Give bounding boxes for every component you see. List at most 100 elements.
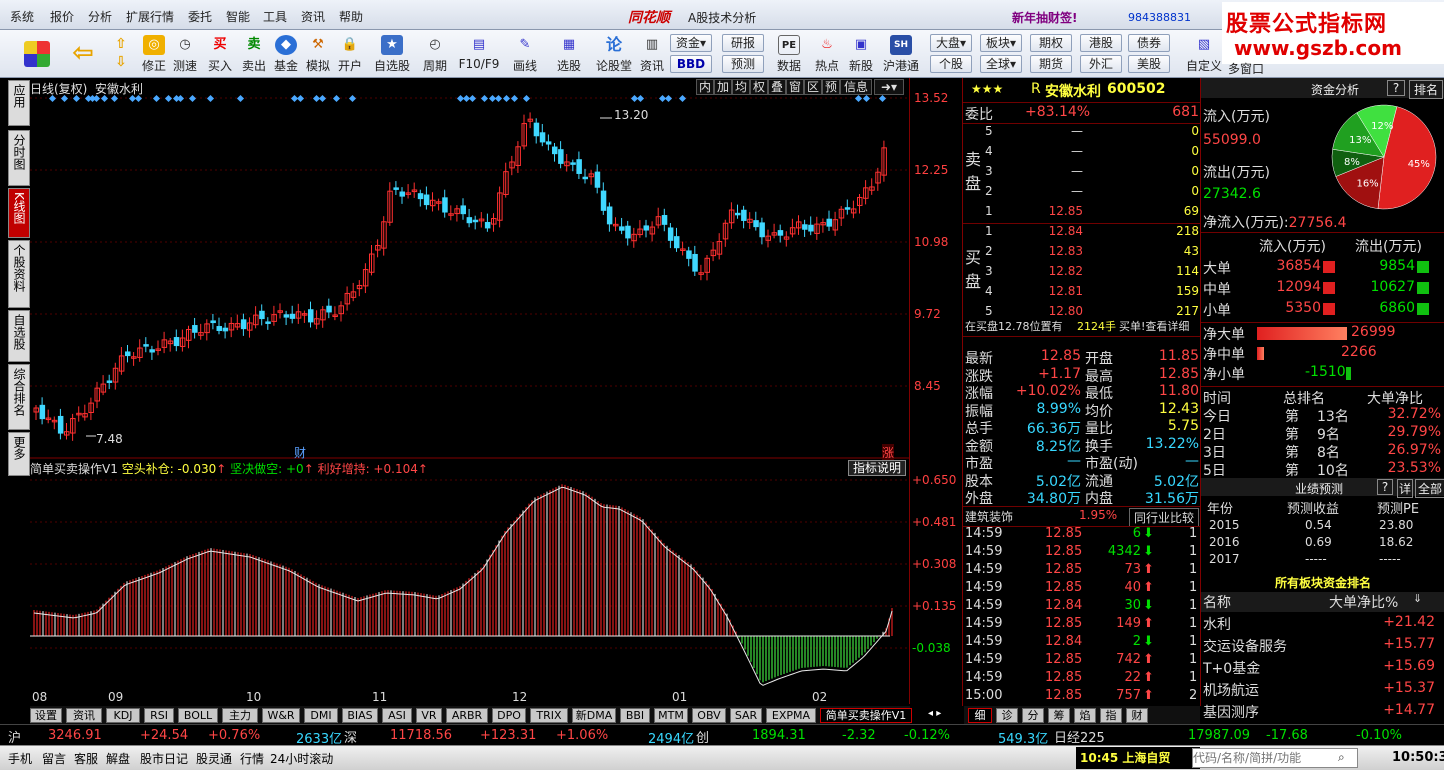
tab-arbr[interactable]: ARBR: [446, 708, 488, 723]
capital-dropdown[interactable]: 资金▾: [670, 34, 712, 52]
hk-stocks-button[interactable]: 港股: [1080, 34, 1122, 52]
search-icon[interactable]: ⌕: [1338, 750, 1345, 765]
back-arrow-icon[interactable]: ⇦: [68, 33, 98, 75]
fund-button[interactable]: ◆ 基金: [272, 33, 300, 75]
data-button[interactable]: PE 数据: [772, 33, 806, 75]
stock-picker-button[interactable]: ▦ 选股: [552, 33, 586, 75]
research-button[interactable]: 研报: [722, 34, 764, 52]
tab-asi[interactable]: ASI: [382, 708, 412, 723]
tab-index[interactable]: 指: [1100, 708, 1122, 723]
buy-level[interactable]: 2 12.83 43: [983, 244, 1201, 262]
tab-vr[interactable]: VR: [416, 708, 442, 723]
tab-dpo[interactable]: DPO: [492, 708, 526, 723]
options-button[interactable]: 期权: [1030, 34, 1072, 52]
tab-kdj[interactable]: KDJ: [106, 708, 140, 723]
tab-flame[interactable]: 焰: [1074, 708, 1096, 723]
speed-test-button[interactable]: ◷ 测速: [170, 33, 200, 75]
help-icon[interactable]: ?: [1387, 80, 1405, 96]
tab-mtm[interactable]: MTM: [654, 708, 688, 723]
tab-intraday[interactable]: 分时图: [8, 130, 30, 186]
menu-system[interactable]: 系统: [10, 8, 34, 25]
tab-diagnose[interactable]: 诊: [996, 708, 1018, 723]
big-order-notice[interactable]: 在买盘12.78位置有 2124手 买单!查看详细: [963, 318, 1201, 336]
simulate-button[interactable]: ⚒ 模拟: [304, 33, 332, 75]
f10-button[interactable]: ▤ F10/F9: [458, 33, 500, 75]
layout-icon[interactable]: [22, 33, 52, 75]
tab-settings[interactable]: 设置: [30, 708, 62, 723]
tab-obv[interactable]: OBV: [692, 708, 726, 723]
menu-news[interactable]: 资讯: [301, 8, 325, 25]
forecast-detail-button[interactable]: 详: [1397, 479, 1413, 498]
news-button[interactable]: ▥ 资讯: [638, 33, 666, 75]
tab-detail[interactable]: 细: [968, 708, 992, 723]
sell-level[interactable]: 2—0: [983, 184, 1201, 202]
menu-help[interactable]: 帮助: [339, 8, 363, 25]
hotspot-button[interactable]: ♨ 热点: [812, 33, 842, 75]
tab-ranking[interactable]: 综合排名: [8, 364, 30, 430]
futures-button[interactable]: 期货: [1030, 55, 1072, 73]
tab-app[interactable]: 应用: [8, 80, 30, 126]
tab-kline[interactable]: K线图: [8, 188, 30, 238]
buy-level[interactable]: 4 12.81 159: [983, 284, 1201, 302]
menu-ext-quote[interactable]: 扩展行情: [126, 8, 174, 25]
draw-line-button[interactable]: ✎ 画线: [508, 33, 542, 75]
news-ticker[interactable]: 10:45 上海自贸: [1076, 747, 1200, 769]
status-quotes[interactable]: 行情: [240, 750, 264, 767]
forecast-all-button[interactable]: 全部: [1415, 479, 1444, 498]
tab-chips[interactable]: 筹: [1048, 708, 1070, 723]
forum-button[interactable]: 论论股堂: [594, 33, 634, 75]
tab-more[interactable]: 更多: [8, 432, 30, 476]
finance-mark[interactable]: 财: [294, 444, 306, 461]
limit-up-mark[interactable]: 涨: [882, 444, 895, 461]
promo-link[interactable]: 新年抽财签!: [1012, 9, 1077, 26]
tab-scroll-arrows[interactable]: ◂ ▸: [928, 708, 962, 722]
tab-bbi[interactable]: BBI: [620, 708, 650, 723]
up-down-arrows-icon[interactable]: ⇧ ⇩: [108, 33, 134, 75]
tab-stock-info[interactable]: 个股资料: [8, 240, 30, 308]
sector-compare-button[interactable]: 同行业比较: [1129, 508, 1199, 527]
cy-index[interactable]: 1894.31: [752, 728, 806, 743]
sector-dropdown[interactable]: 板块▾: [980, 34, 1022, 52]
forecast-help-icon[interactable]: ?: [1377, 479, 1393, 495]
sort-down-icon[interactable]: ⇓: [1413, 592, 1422, 605]
global-dropdown[interactable]: 全球▾: [980, 55, 1022, 73]
custom-button[interactable]: ▧ 自定义: [1184, 33, 1224, 75]
sh-index[interactable]: 3246.91: [48, 728, 102, 743]
tab-watchlist[interactable]: 自选股: [8, 310, 30, 362]
tab-bias[interactable]: BIAS: [342, 708, 378, 723]
tab-dmi[interactable]: DMI: [304, 708, 338, 723]
new-stock-button[interactable]: ▣ 新股: [846, 33, 876, 75]
status-diary[interactable]: 股市日记: [140, 750, 188, 767]
bbd-button[interactable]: BBD: [670, 55, 712, 73]
sector-rank-row[interactable]: 水利 +21.42: [1201, 614, 1444, 633]
buy-button[interactable]: 买买入: [206, 33, 234, 75]
buy-level[interactable]: 1 12.84 218: [983, 224, 1201, 242]
tab-simple-trade[interactable]: 简单买卖操作V1: [820, 708, 912, 723]
forex-button[interactable]: 外汇: [1080, 55, 1122, 73]
watchlist-button[interactable]: ★ 自选股: [372, 33, 412, 75]
individual-stock-button[interactable]: 个股: [930, 55, 972, 73]
hk-connect-button[interactable]: SH 沪港通: [880, 33, 922, 75]
sector-rank-row[interactable]: T+0基金 +15.69: [1201, 658, 1444, 677]
status-linghtong[interactable]: 股灵通: [196, 750, 232, 767]
tab-trix[interactable]: TRIX: [530, 708, 568, 723]
menu-quote[interactable]: 报价: [50, 8, 74, 25]
sell-level[interactable]: 4—0: [983, 144, 1201, 162]
tab-fen[interactable]: 分: [1022, 708, 1044, 723]
buy-level[interactable]: 5 12.80 217: [983, 304, 1201, 318]
open-account-button[interactable]: 🔒 开户: [336, 33, 364, 75]
forecast-button[interactable]: 预测: [722, 55, 764, 73]
tab-boll[interactable]: BOLL: [178, 708, 218, 723]
status-analysis[interactable]: 解盘: [106, 750, 130, 767]
tab-rsi[interactable]: RSI: [144, 708, 174, 723]
tab-new-dma[interactable]: 新DMA: [572, 708, 616, 723]
status-message[interactable]: 留言: [42, 750, 66, 767]
tab-expma[interactable]: EXPMA: [766, 708, 816, 723]
period-button[interactable]: ◴ 周期: [418, 33, 452, 75]
search-input[interactable]: [1192, 748, 1358, 768]
sell-level[interactable]: 5—0: [983, 124, 1201, 142]
status-mobile[interactable]: 手机: [8, 750, 32, 767]
sell-button[interactable]: 卖卖出: [240, 33, 268, 75]
tab-wr[interactable]: W&R: [262, 708, 300, 723]
nikkei-index[interactable]: 17987.09: [1188, 728, 1250, 743]
